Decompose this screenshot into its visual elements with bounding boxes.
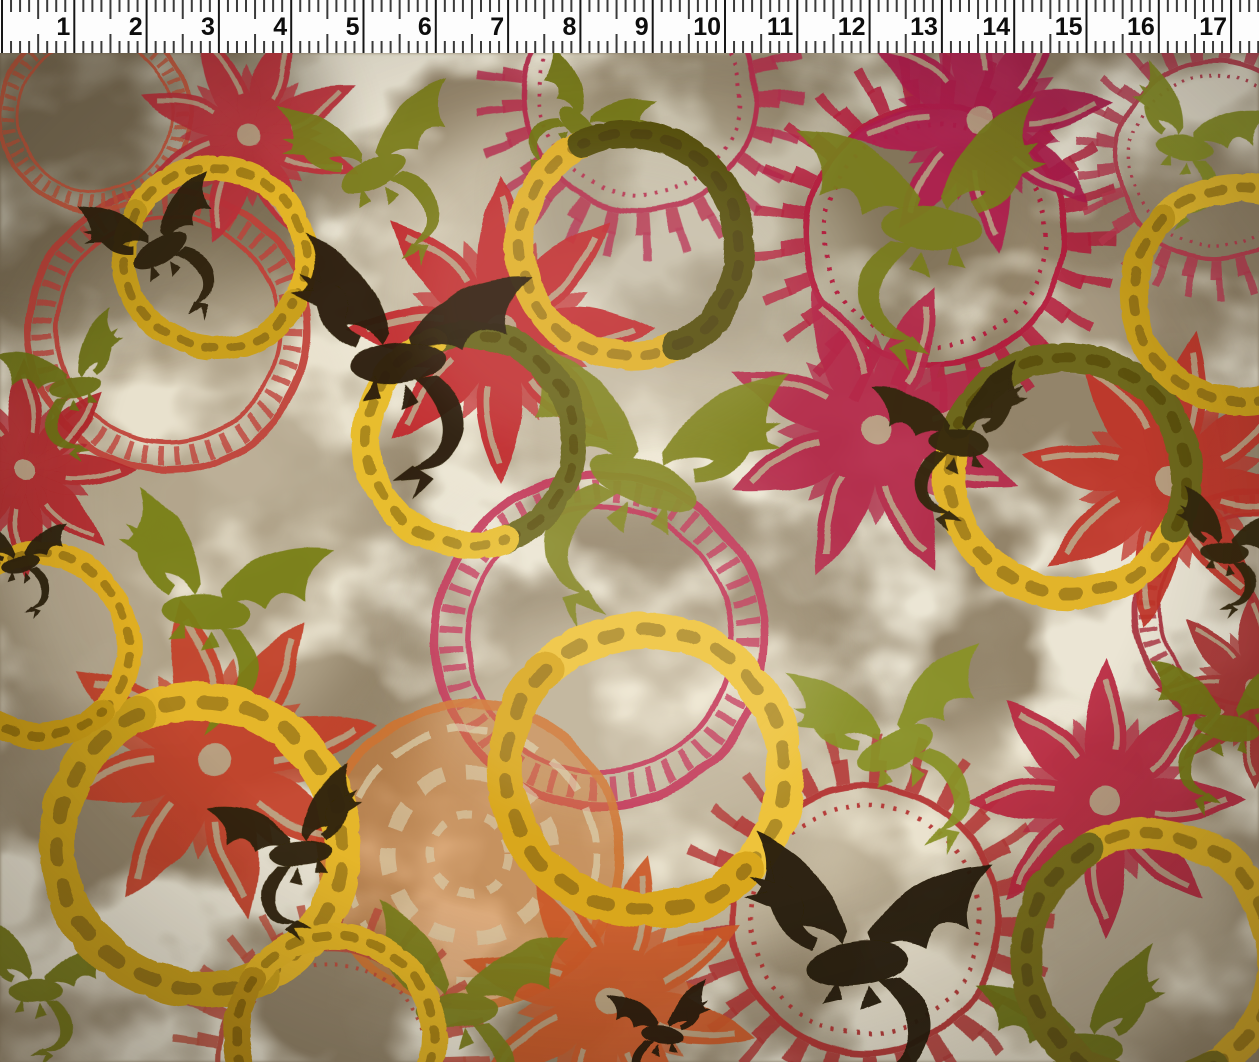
ruler: 1234567891011121314151617 (0, 0, 1259, 53)
ruler-number: 11 (767, 13, 794, 41)
ruler-number: 15 (1055, 13, 1083, 41)
ruler-number: 6 (418, 13, 432, 41)
ruler-number: 5 (346, 13, 360, 41)
ruler-number: 1 (56, 13, 70, 41)
ruler-number: 17 (1199, 13, 1227, 41)
ruler-number: 4 (273, 13, 287, 41)
photo-lighting (0, 53, 1259, 1062)
fabric-listing-photo: 1234567891011121314151617 (0, 0, 1259, 1062)
ruler-number: 8 (562, 13, 576, 41)
ruler-number: 9 (635, 13, 649, 41)
ruler-number: 7 (490, 13, 504, 41)
ruler-number: 14 (982, 13, 1010, 41)
ruler-number: 3 (201, 13, 215, 41)
fabric-swatch (0, 53, 1259, 1062)
ruler-number: 2 (129, 13, 143, 41)
ruler-number: 13 (910, 13, 938, 41)
ruler-number: 10 (693, 13, 721, 41)
ruler-number: 16 (1127, 13, 1155, 41)
ruler-number: 12 (838, 13, 866, 41)
